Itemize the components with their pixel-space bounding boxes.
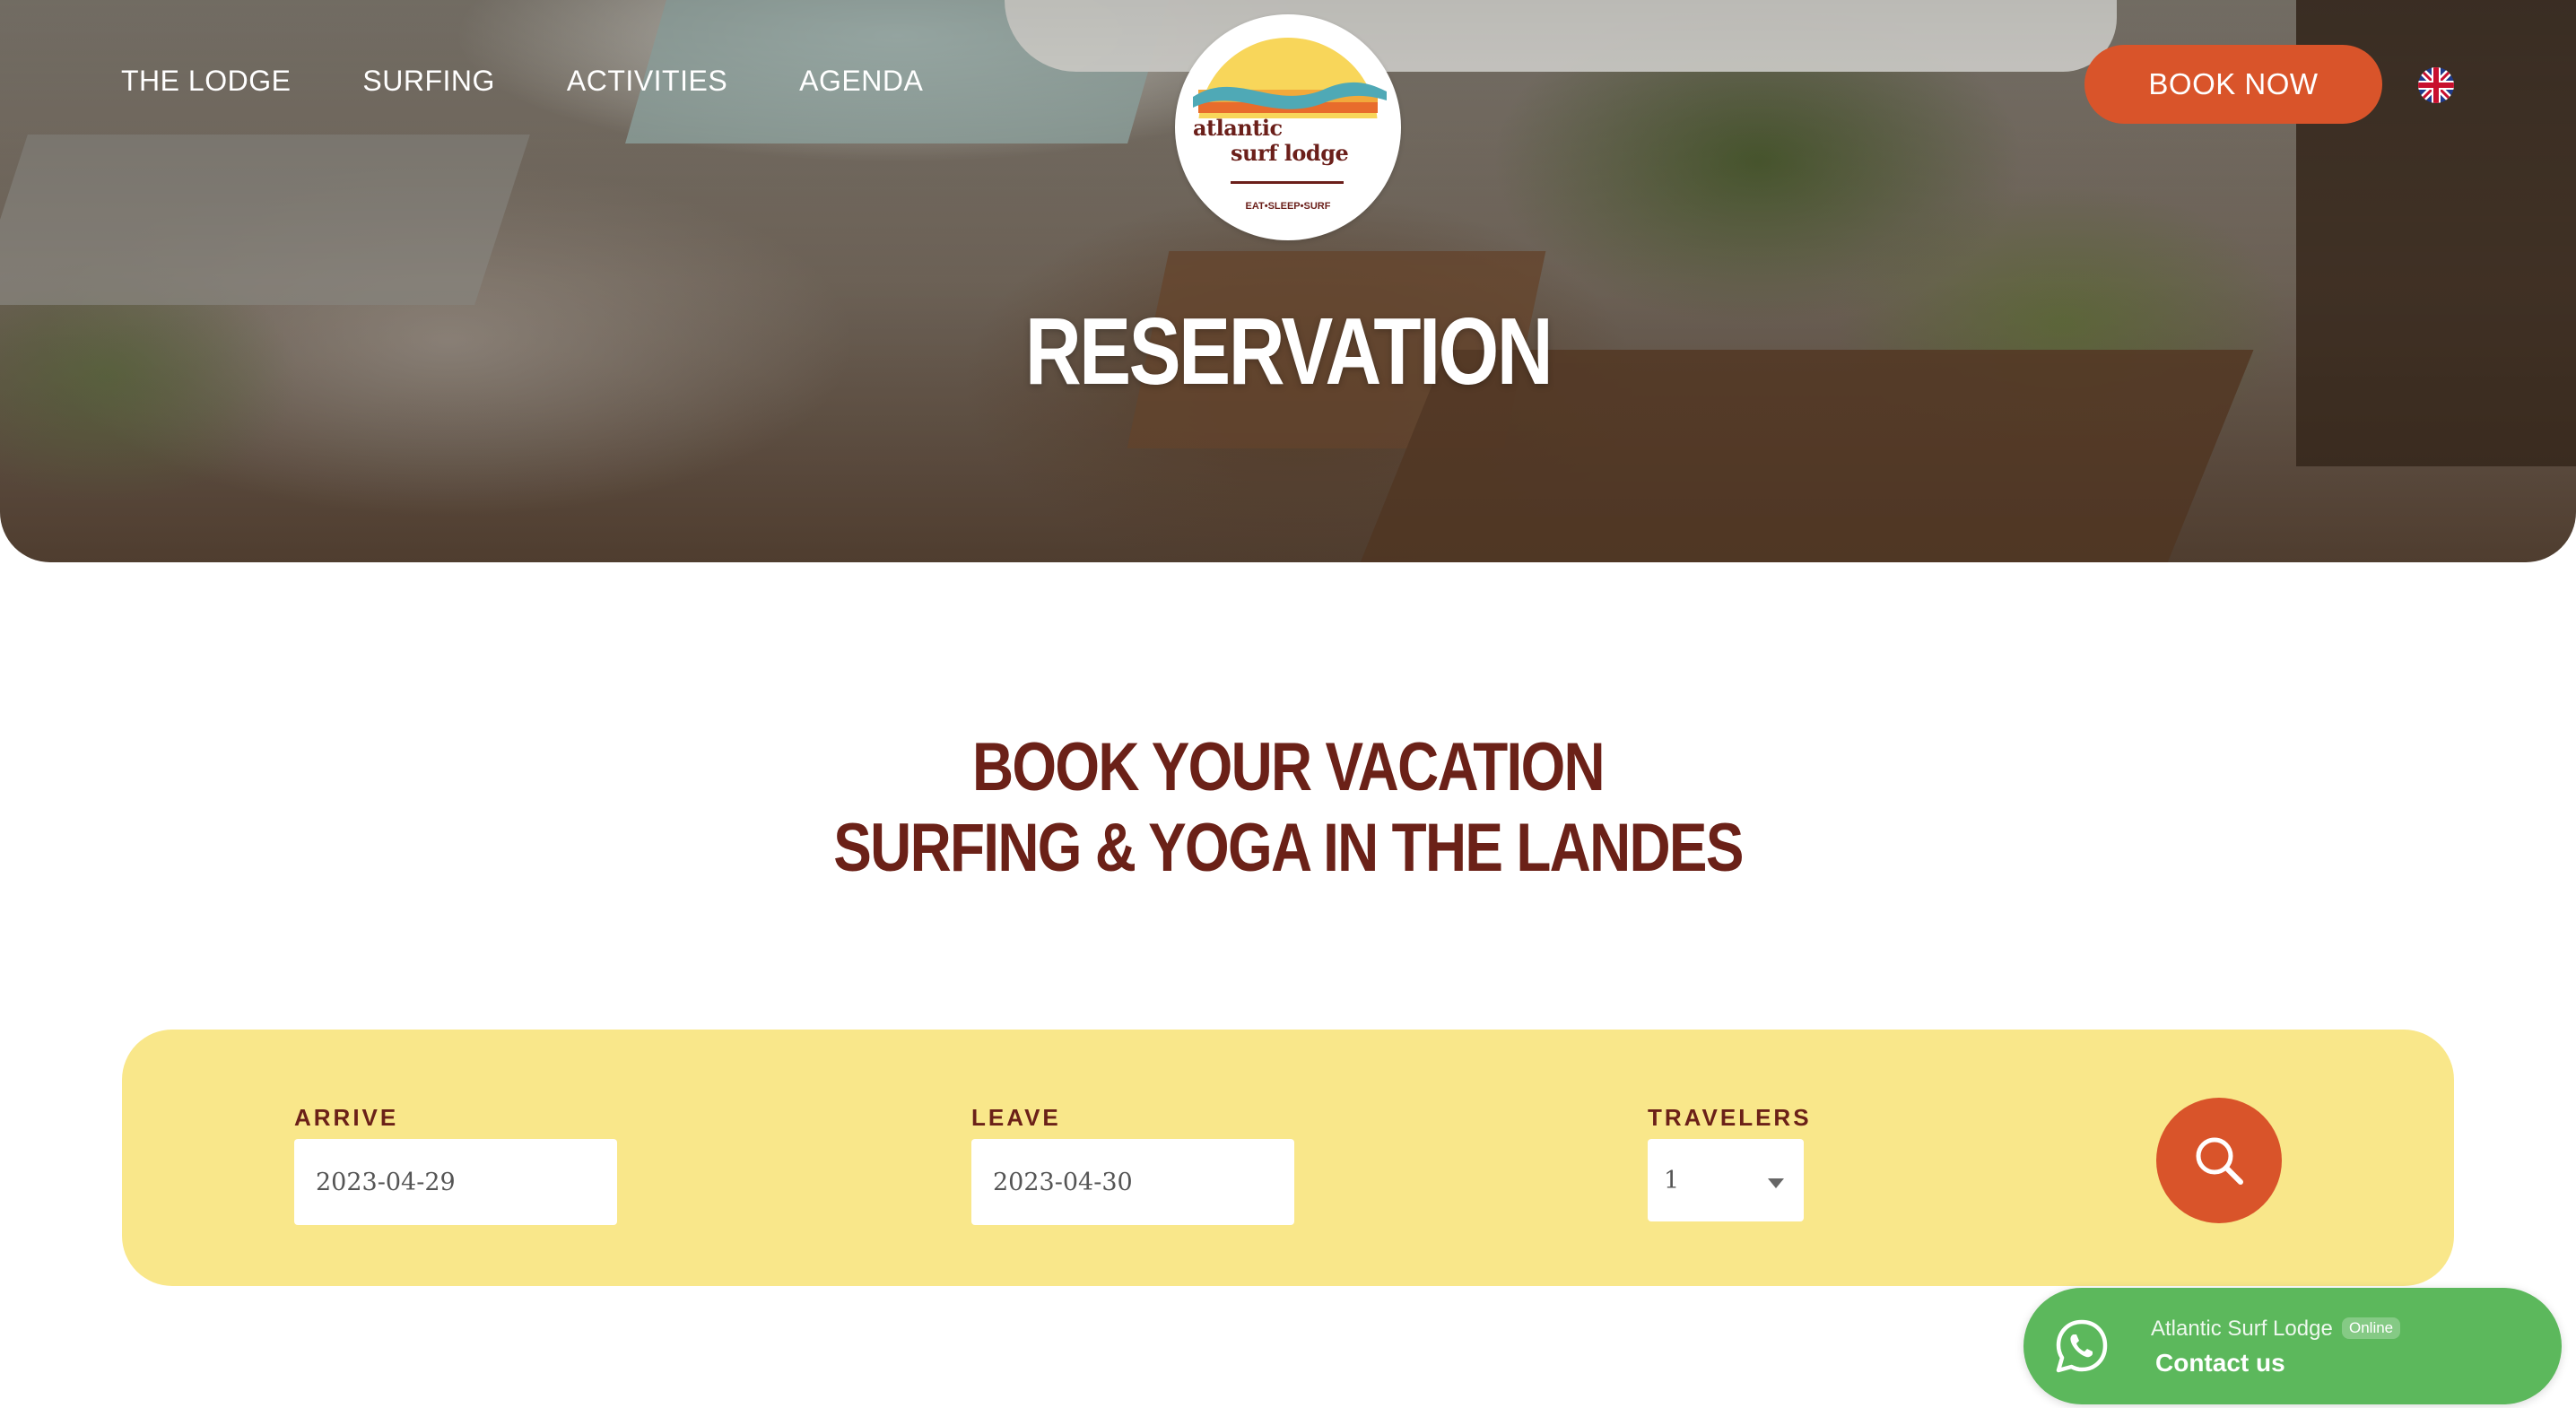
booking-form: ARRIVE 2023-04-29 LEAVE 2023-04-30 TRAVE…: [122, 1030, 2454, 1286]
book-now-button[interactable]: BOOK NOW: [2084, 45, 2382, 124]
hero-banner: THE LODGE SURFING ACTIVITIES AGENDA atla…: [0, 0, 2576, 562]
travelers-select[interactable]: 1: [1648, 1139, 1804, 1221]
logo-text-line1: atlantic: [1193, 115, 1283, 141]
nav-item-surfing[interactable]: SURFING: [362, 65, 495, 98]
main-nav: THE LODGE SURFING ACTIVITIES AGENDA: [121, 65, 923, 98]
travelers-value: 1: [1664, 1166, 1680, 1195]
chevron-down-icon: [1768, 1178, 1784, 1188]
online-status-badge: Online: [2342, 1317, 2401, 1339]
site-logo[interactable]: atlantic surf lodge EAT•SLEEP•SURF: [1175, 14, 1401, 240]
nav-item-activities[interactable]: ACTIVITIES: [567, 65, 727, 98]
logo-text-line2: surf lodge: [1231, 140, 1349, 166]
leave-label: LEAVE: [971, 1104, 1061, 1131]
section-heading: BOOK YOUR VACATION: [972, 729, 1606, 805]
whatsapp-contact-name: Atlantic Surf Lodge: [2151, 1317, 2333, 1341]
arrive-label: ARRIVE: [294, 1104, 399, 1131]
arrive-date-input[interactable]: 2023-04-29: [294, 1139, 617, 1225]
page-title: RESERVATION: [1024, 299, 1553, 404]
nav-item-the-lodge[interactable]: THE LODGE: [121, 65, 291, 98]
section-subheading: SURFING & YOGA IN THE LANDES: [833, 810, 1744, 886]
leave-date-input[interactable]: 2023-04-30: [971, 1139, 1294, 1225]
whatsapp-icon: [2056, 1319, 2108, 1373]
travelers-label: TRAVELERS: [1648, 1104, 1812, 1131]
search-icon: [2196, 1137, 2243, 1185]
whatsapp-contact-widget[interactable]: Atlantic Surf Lodge Online Contact us: [2023, 1288, 2562, 1404]
logo-divider: [1231, 181, 1344, 184]
search-button[interactable]: [2156, 1098, 2282, 1223]
contact-us-label: Contact us: [2155, 1349, 2285, 1377]
nav-item-agenda[interactable]: AGENDA: [799, 65, 923, 98]
uk-flag-icon[interactable]: [2418, 67, 2454, 103]
logo-tagline: EAT•SLEEP•SURF: [1245, 201, 1331, 212]
